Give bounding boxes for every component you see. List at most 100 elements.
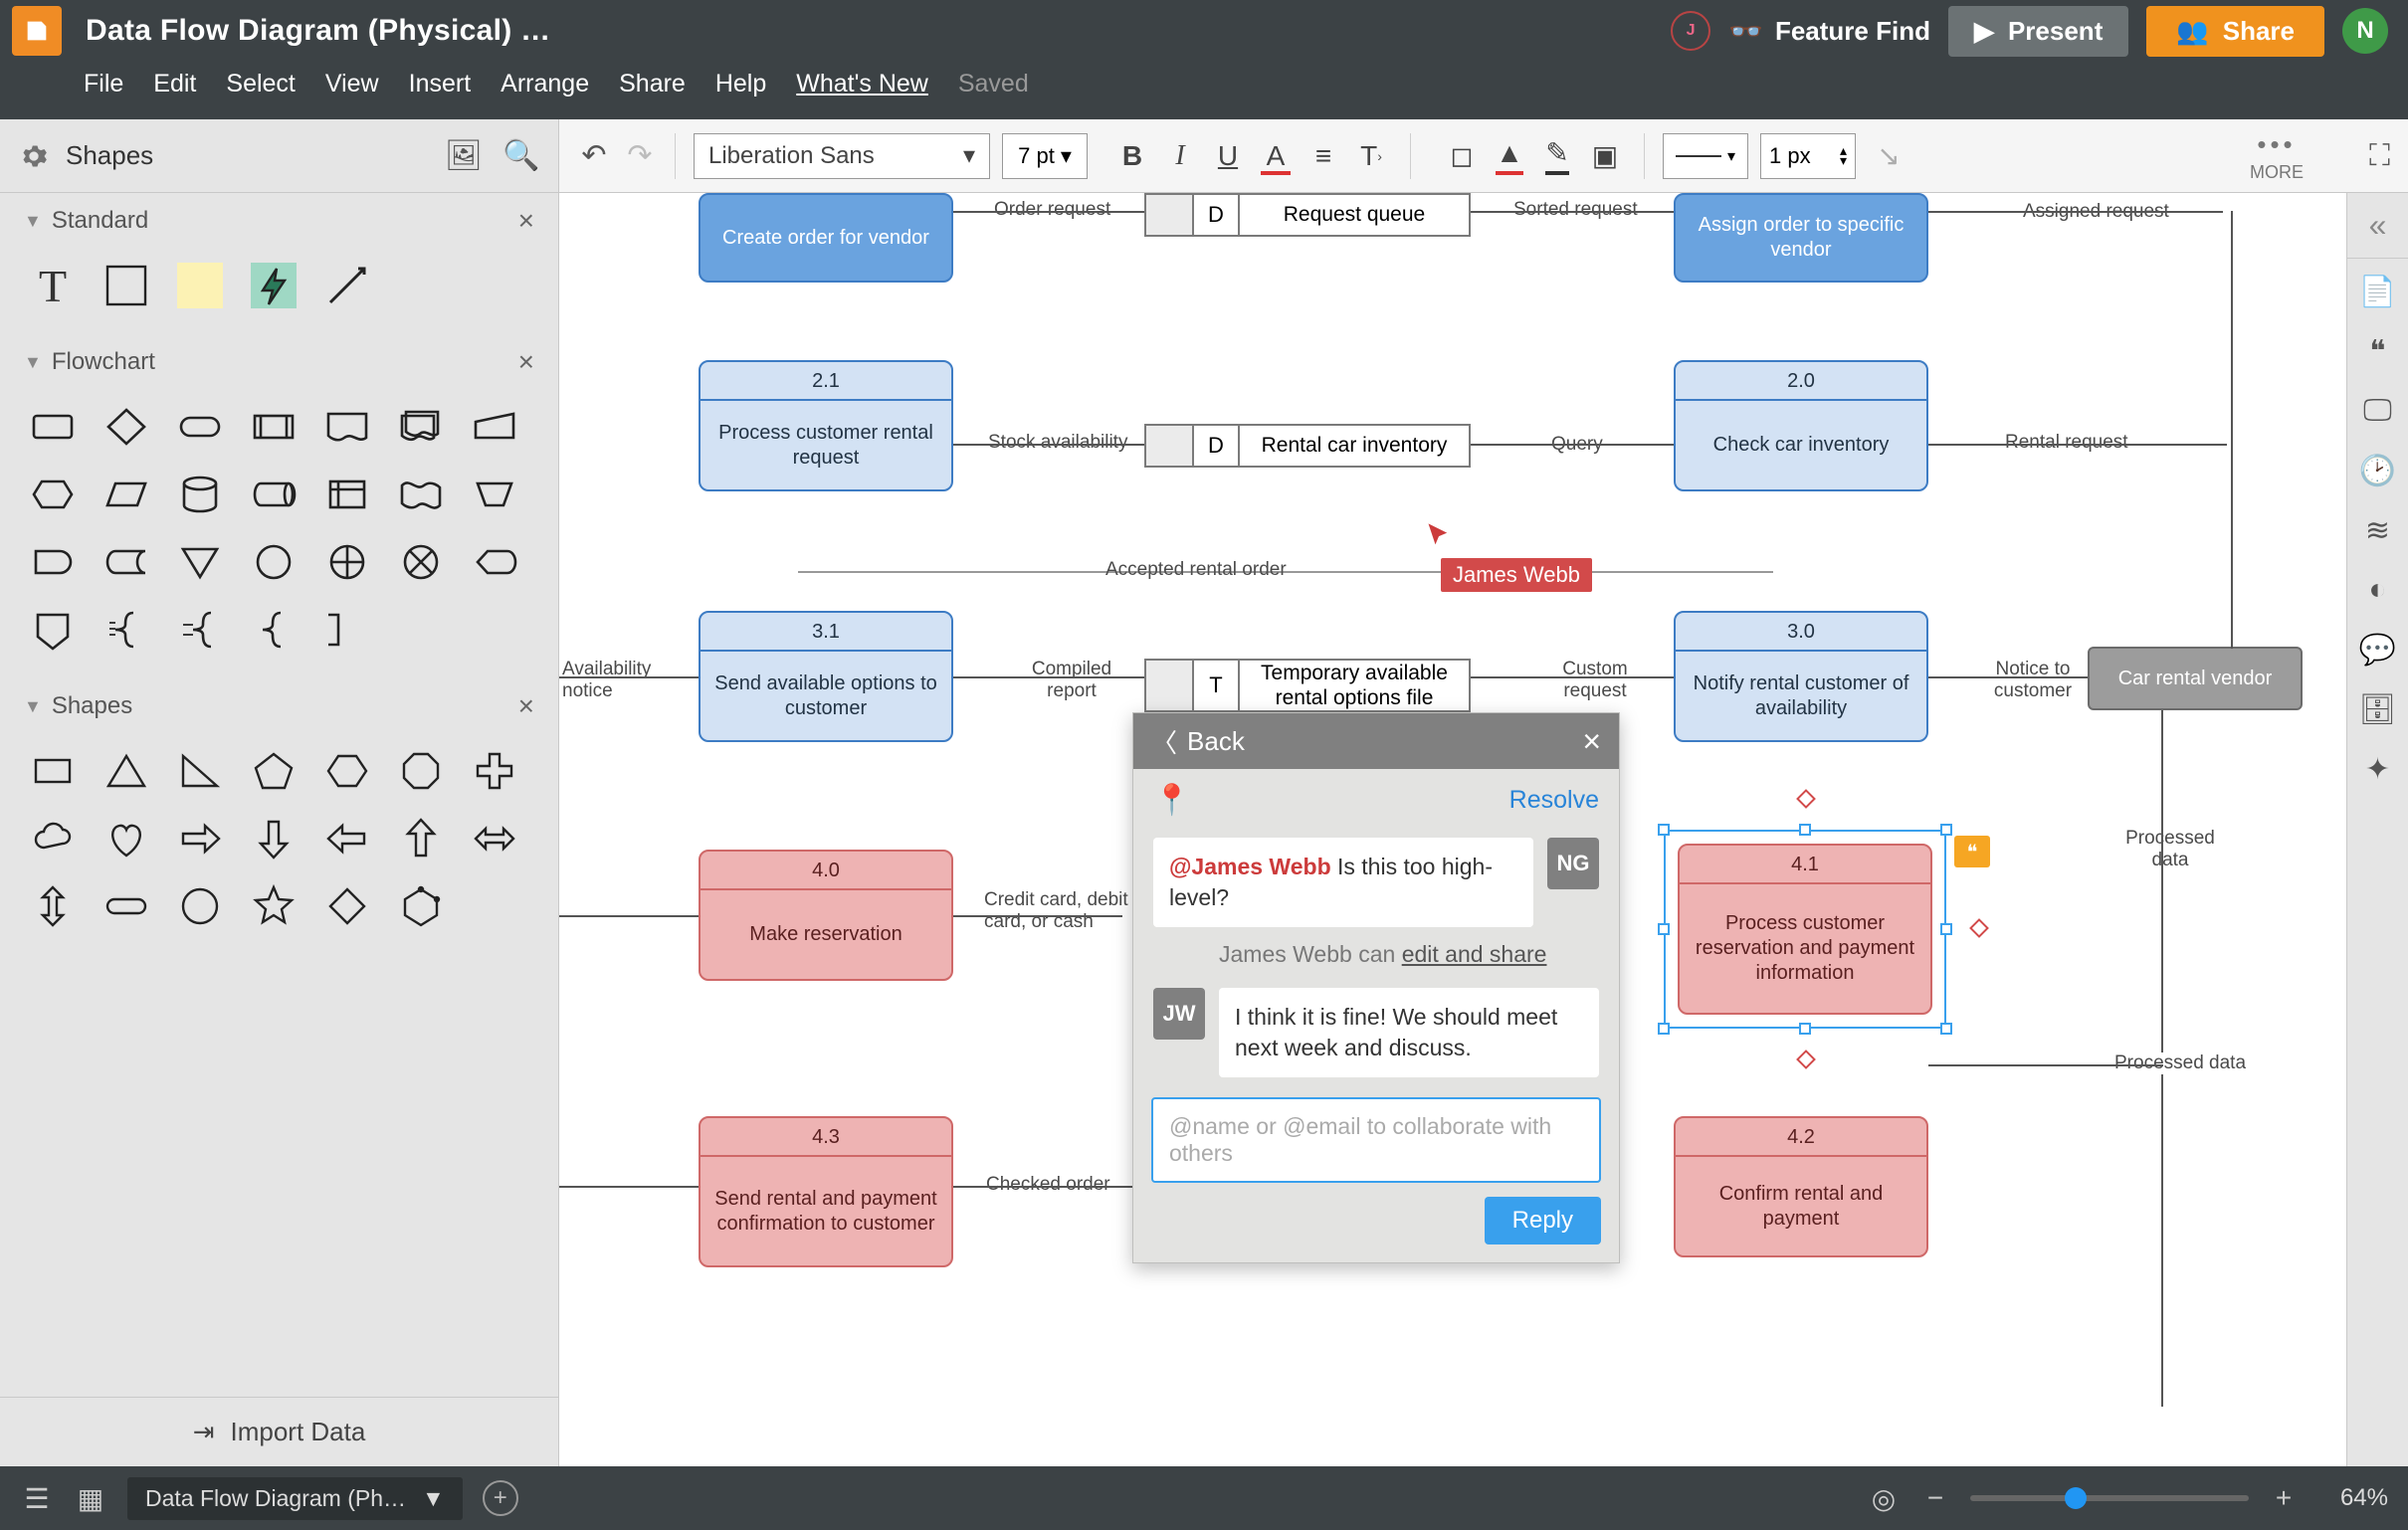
selection-handle[interactable] xyxy=(1940,923,1952,935)
redo-button[interactable]: ↷ xyxy=(623,139,657,173)
shape-merge[interactable] xyxy=(177,539,223,585)
shape-multidoc[interactable] xyxy=(398,404,444,450)
shape-arrow-right[interactable] xyxy=(177,816,223,861)
dock-chat-icon[interactable]: 💬 xyxy=(2356,623,2400,676)
text-color-button[interactable]: A xyxy=(1255,135,1297,177)
share-button[interactable]: 👥 Share xyxy=(2146,6,2324,57)
shape-summing[interactable] xyxy=(398,539,444,585)
canvas[interactable]: Create order for vendor D Request queue … xyxy=(559,193,2346,1466)
shape-options-button[interactable]: ▣ xyxy=(1584,135,1626,177)
close-icon[interactable]: × xyxy=(1582,723,1601,760)
menu-edit[interactable]: Edit xyxy=(153,70,196,98)
shape-line[interactable] xyxy=(324,263,370,308)
gear-icon[interactable] xyxy=(20,142,48,170)
font-size-select[interactable]: 7 pt▾ xyxy=(1002,133,1088,179)
connector-handle[interactable] xyxy=(1796,789,1816,809)
shape-note[interactable] xyxy=(177,263,223,308)
document-title[interactable]: Data Flow Diagram (Physical) … xyxy=(86,14,550,48)
grid-icon[interactable]: ▦ xyxy=(74,1481,107,1515)
undo-button[interactable]: ↶ xyxy=(577,139,611,173)
shape-arrow-up[interactable] xyxy=(398,816,444,861)
shape-storeddata[interactable] xyxy=(103,539,149,585)
connector-handle[interactable] xyxy=(1796,1050,1816,1069)
shape-circle[interactable] xyxy=(177,883,223,929)
shape-brace[interactable] xyxy=(103,607,149,653)
dock-layers-icon[interactable]: ≋ xyxy=(2356,503,2400,557)
shape-arrow-lr[interactable] xyxy=(472,816,517,861)
palette-section-flowchart[interactable]: ▼ Flowchart × xyxy=(0,334,558,390)
node-2-0[interactable]: 2.0 Check car inventory xyxy=(1674,360,1928,491)
shape-cloud[interactable] xyxy=(30,816,76,861)
crop-button[interactable]: ◻ xyxy=(1441,135,1483,177)
shape-process[interactable] xyxy=(30,404,76,450)
collapse-dock-button[interactable]: « xyxy=(2347,201,2408,259)
present-button[interactable]: ▶ Present xyxy=(1948,6,2128,57)
node-assign-order[interactable]: Assign order to specific vendor xyxy=(1674,193,1928,283)
close-icon[interactable]: × xyxy=(518,205,534,237)
menu-view[interactable]: View xyxy=(325,70,379,98)
menu-share[interactable]: Share xyxy=(619,70,686,98)
pin-icon[interactable]: 📍 xyxy=(1153,783,1190,818)
document-icon[interactable] xyxy=(12,6,62,56)
selection-handle[interactable] xyxy=(1658,824,1670,836)
add-page-button[interactable]: + xyxy=(483,1480,518,1516)
underline-button[interactable]: U xyxy=(1207,135,1249,177)
line-style-select[interactable]: ▾ xyxy=(1663,133,1748,179)
align-button[interactable]: ≡ xyxy=(1303,135,1344,177)
shape-triangle[interactable] xyxy=(103,748,149,794)
fullscreen-button[interactable]: ⛶ xyxy=(2369,139,2390,173)
node-create-order[interactable]: Create order for vendor xyxy=(699,193,953,283)
import-data-button[interactable]: ⇥ Import Data xyxy=(0,1397,558,1466)
shape-bolt[interactable] xyxy=(251,263,297,308)
selection-handle[interactable] xyxy=(1940,1023,1952,1035)
image-icon[interactable]: 🖼 xyxy=(447,139,481,173)
menu-select[interactable]: Select xyxy=(226,70,295,98)
shape-papertape[interactable] xyxy=(398,472,444,517)
menu-help[interactable]: Help xyxy=(715,70,766,98)
dock-magic-icon[interactable]: ✦ xyxy=(2356,742,2400,796)
shape-arrow-left[interactable] xyxy=(324,816,370,861)
node-3-1[interactable]: 3.1 Send available options to customer xyxy=(699,611,953,742)
shape-decision[interactable] xyxy=(103,404,149,450)
shape-directdata[interactable] xyxy=(251,472,297,517)
zoom-level[interactable]: 64% xyxy=(2318,1484,2388,1512)
border-button[interactable]: ✎ xyxy=(1536,135,1578,177)
bold-button[interactable]: B xyxy=(1111,135,1153,177)
shape-arrow-down[interactable] xyxy=(251,816,297,861)
shape-pentagon[interactable] xyxy=(251,748,297,794)
dock-comment-icon[interactable]: ❝ xyxy=(2356,324,2400,378)
selection-handle[interactable] xyxy=(1799,1023,1811,1035)
zoom-slider-handle[interactable] xyxy=(2065,1487,2087,1509)
selection-handle[interactable] xyxy=(1658,923,1670,935)
reply-button[interactable]: Reply xyxy=(1485,1197,1601,1244)
shape-pill[interactable] xyxy=(103,883,149,929)
shape-terminator[interactable] xyxy=(177,404,223,450)
shape-polygon[interactable] xyxy=(398,883,444,929)
shape-righttriangle[interactable] xyxy=(177,748,223,794)
node-vendor[interactable]: Car rental vendor xyxy=(2088,647,2303,710)
comment-indicator-icon[interactable]: ❝ xyxy=(1954,836,1990,867)
shape-star[interactable] xyxy=(251,883,297,929)
resolve-button[interactable]: Resolve xyxy=(1509,786,1599,815)
line-options-button[interactable]: ↘ xyxy=(1868,135,1909,177)
menu-arrange[interactable]: Arrange xyxy=(501,70,589,98)
user-avatar-n[interactable]: N xyxy=(2342,8,2388,54)
shape-document[interactable] xyxy=(324,404,370,450)
datastore-inventory[interactable]: D Rental car inventory xyxy=(1144,424,1471,468)
shape-connector[interactable] xyxy=(251,539,297,585)
datastore-queue[interactable]: D Request queue xyxy=(1144,193,1471,237)
node-4-3[interactable]: 4.3 Send rental and payment confirmation… xyxy=(699,1116,953,1267)
shape-delay[interactable] xyxy=(30,539,76,585)
shape-brace2[interactable] xyxy=(177,607,223,653)
presentation-play-icon[interactable]: ◎ xyxy=(1867,1481,1901,1515)
shape-block[interactable] xyxy=(103,263,149,308)
dock-history-icon[interactable]: 🕑 xyxy=(2356,444,2400,497)
zoom-out-button[interactable]: − xyxy=(1918,1481,1952,1515)
shape-internalstorage[interactable] xyxy=(324,472,370,517)
comment-back-button[interactable]: 〈 Back xyxy=(1151,723,1245,760)
zoom-slider[interactable] xyxy=(1970,1495,2249,1501)
shape-database[interactable] xyxy=(177,472,223,517)
close-icon[interactable]: × xyxy=(518,346,534,378)
shape-cross[interactable] xyxy=(472,748,517,794)
shape-data[interactable] xyxy=(103,472,149,517)
